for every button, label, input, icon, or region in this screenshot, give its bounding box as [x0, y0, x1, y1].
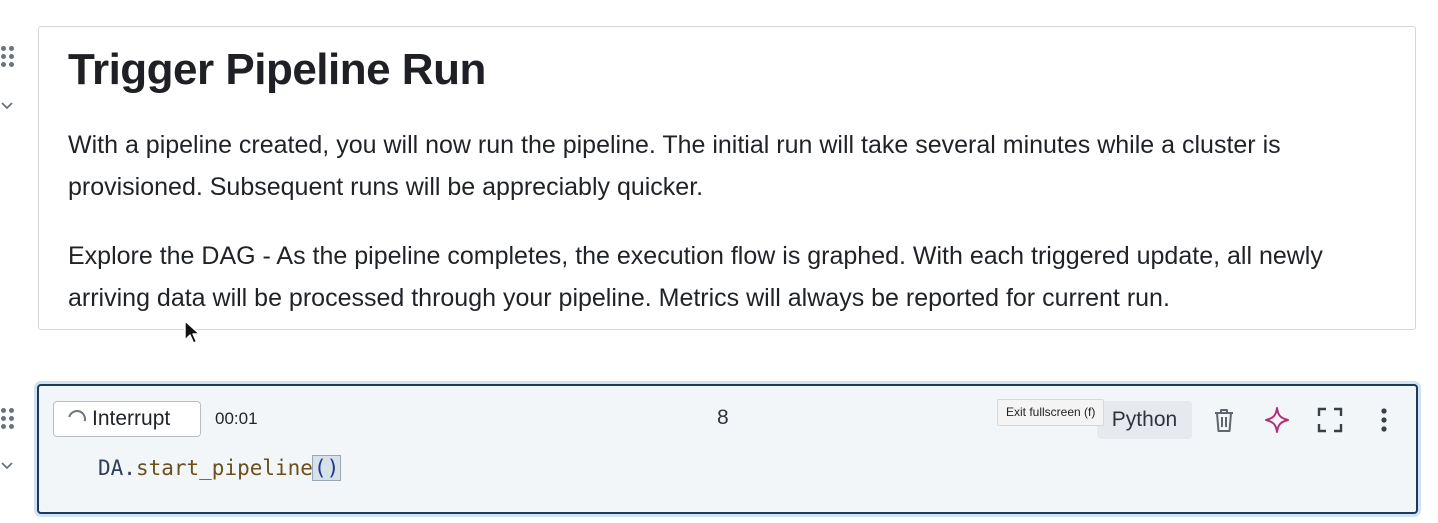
interrupt-button-label: Interrupt	[92, 407, 171, 430]
fullscreen-tooltip: Exit fullscreen (f)	[997, 399, 1105, 426]
mouse-cursor-icon	[184, 320, 201, 344]
markdown-heading: Trigger Pipeline Run	[68, 45, 486, 94]
more-options-icon[interactable]	[1369, 405, 1399, 435]
markdown-cell-collapse-chevron-icon[interactable]	[0, 99, 14, 113]
code-parens: ()	[311, 455, 342, 481]
language-selector-button[interactable]: Python	[1097, 401, 1192, 439]
code-function-name: start_pipeline	[135, 456, 313, 480]
markdown-cell-drag-handle-icon[interactable]	[0, 46, 17, 76]
markdown-cell[interactable]: Trigger Pipeline Run With a pipeline cre…	[38, 26, 1416, 330]
code-object: DA.	[98, 456, 136, 480]
delete-icon[interactable]	[1209, 405, 1239, 435]
code-cell-drag-handle-icon[interactable]	[0, 408, 17, 438]
execution-count: 8	[717, 406, 729, 429]
elapsed-time: 00:01	[215, 409, 258, 428]
running-spinner-icon	[64, 406, 90, 432]
assistant-sparkle-icon[interactable]	[1262, 405, 1292, 435]
interrupt-button[interactable]: Interrupt	[53, 401, 201, 437]
code-editor-line[interactable]: DA.start_pipeline()	[98, 455, 342, 481]
markdown-paragraph-1: With a pipeline created, you will now ru…	[68, 131, 1281, 201]
language-label: Python	[1111, 408, 1178, 431]
markdown-paragraph-2: Explore the DAG - As the pipeline comple…	[68, 242, 1323, 312]
code-cell-collapse-chevron-icon[interactable]	[0, 459, 14, 473]
code-cell[interactable]: Interrupt 00:01 8 Exit fullscreen (f) Py…	[37, 384, 1418, 514]
fullscreen-icon[interactable]	[1315, 405, 1345, 435]
